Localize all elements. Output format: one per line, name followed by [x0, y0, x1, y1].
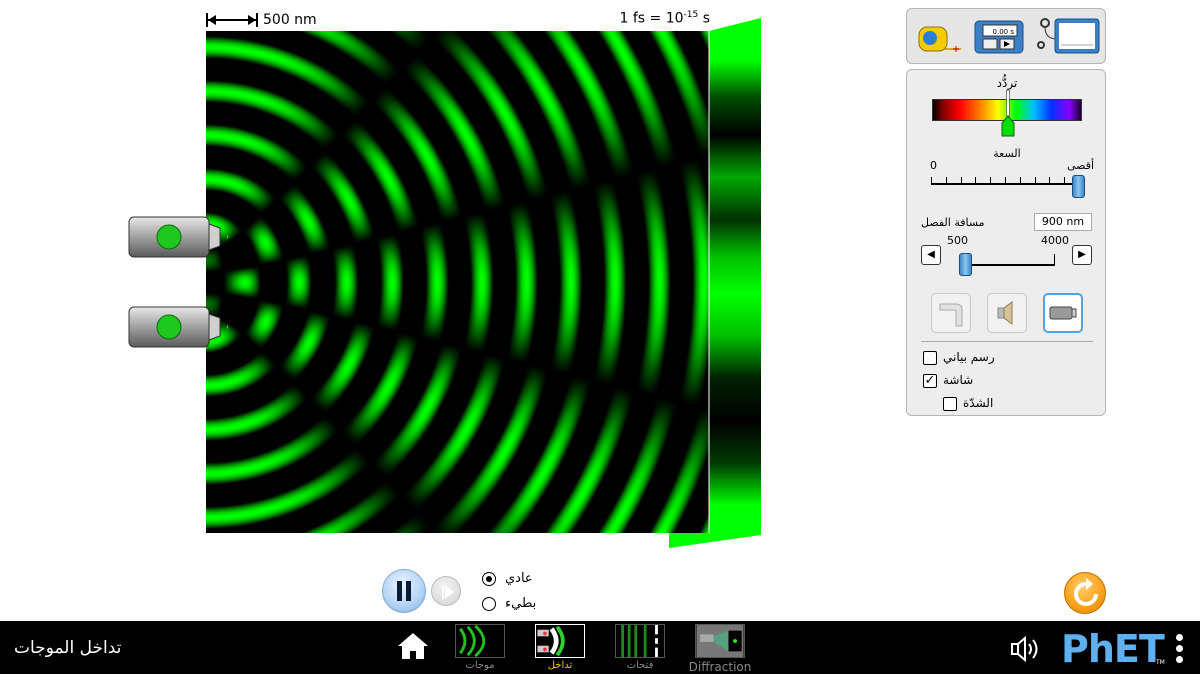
- slits-screen-thumbnail: [615, 624, 665, 658]
- tape-measure-icon[interactable]: [915, 17, 967, 57]
- tab-diffraction[interactable]: Diffraction: [689, 624, 751, 674]
- graph-checkbox[interactable]: [923, 351, 937, 365]
- amplitude-min-label: 0: [930, 159, 937, 172]
- phet-logo[interactable]: PhET: [1061, 629, 1165, 669]
- svg-text:0.00 s: 0.00 s: [993, 28, 1015, 36]
- separation-value: 900 nm: [1034, 213, 1092, 231]
- waves-screen-thumbnail: [455, 624, 505, 658]
- laser-icon: [1049, 306, 1077, 320]
- separation-max-label: 4000: [1041, 234, 1069, 247]
- control-panel: تردُّد السعة 0 أقصى مسافة الفصل 900 nm 5…: [906, 69, 1106, 416]
- water-faucet-icon: [939, 303, 963, 327]
- wave-area[interactable]: [206, 31, 709, 533]
- speaker-icon: [997, 301, 1013, 325]
- interference-screen-thumbnail: [535, 624, 585, 658]
- pause-button[interactable]: [382, 569, 426, 613]
- separation-min-label: 500: [947, 234, 968, 247]
- step-forward-icon: [442, 585, 454, 599]
- speed-slow-label: بطيء: [505, 596, 537, 611]
- diffraction-screen-thumbnail: [695, 624, 745, 658]
- pause-icon: [397, 581, 402, 601]
- sound-source-button[interactable]: [987, 293, 1027, 333]
- tab-waves-label: موجات: [465, 660, 495, 671]
- tab-interference[interactable]: تداخل: [530, 624, 590, 672]
- sim-stage: 500 nm 1 fs = 10-15 s 0.00 s تردُّد السع…: [0, 0, 1200, 674]
- tab-slits-label: فتحات: [626, 660, 654, 671]
- amplitude-tick: [945, 177, 947, 185]
- amplitude-tick: [975, 177, 977, 185]
- app-title: تداخل الموجات: [14, 638, 122, 658]
- speed-slow-radio[interactable]: [482, 597, 496, 611]
- water-source-button[interactable]: [931, 293, 971, 333]
- intensity-label: الشدّة: [963, 396, 994, 410]
- intensity-checkbox-row[interactable]: الشدّة: [907, 396, 1107, 412]
- tab-interference-label: تداخل: [547, 660, 573, 671]
- home-icon[interactable]: [396, 631, 430, 661]
- tab-diffraction-label: Diffraction: [688, 660, 752, 674]
- separation-slider-thumb[interactable]: [959, 253, 972, 276]
- graph-label: رسم بياني: [943, 350, 995, 364]
- screen-label: شاشة: [943, 373, 974, 387]
- separation-increment-button[interactable]: ▶: [1072, 245, 1092, 265]
- wave-meter-icon[interactable]: [1037, 17, 1101, 57]
- separation-decrement-button[interactable]: ◀: [921, 245, 941, 265]
- speed-normal-label: عادي: [505, 571, 533, 586]
- amplitude-tick: [1034, 177, 1036, 185]
- graph-checkbox-row[interactable]: رسم بياني: [907, 350, 1107, 366]
- tab-waves[interactable]: موجات: [450, 624, 510, 672]
- bottom-light-emitter[interactable]: [128, 306, 228, 348]
- reset-all-button[interactable]: [1064, 572, 1106, 614]
- amplitude-tick: [1064, 177, 1066, 185]
- amplitude-tick: [1049, 177, 1051, 185]
- step-forward-button[interactable]: [431, 576, 461, 606]
- amplitude-tick: [1019, 177, 1021, 185]
- amplitude-slider-thumb[interactable]: [1072, 175, 1085, 198]
- top-light-emitter[interactable]: [128, 216, 228, 258]
- separation-slider-track[interactable]: [965, 264, 1055, 266]
- speed-normal-radio[interactable]: [482, 572, 496, 586]
- sound-toggle-icon[interactable]: [1010, 636, 1046, 662]
- amplitude-tick: [931, 177, 932, 185]
- light-source-button[interactable]: [1043, 293, 1083, 333]
- detection-screen[interactable]: [669, 18, 761, 548]
- amplitude-max-label: أقصى: [1067, 159, 1095, 172]
- phet-menu-icon[interactable]: [1176, 634, 1184, 664]
- amplitude-tick: [1005, 177, 1006, 185]
- navigation-bar: تداخل الموجات موجات تداخل فتحات Diffract…: [0, 621, 1200, 674]
- amplitude-tick: [990, 177, 992, 185]
- frequency-slider-thumb[interactable]: [1000, 90, 1016, 138]
- screen-checkbox-row[interactable]: ✓ شاشة: [907, 373, 1107, 389]
- panel-divider: [921, 341, 1093, 342]
- frequency-title: تردُّد: [996, 76, 1018, 90]
- measurement-toolbox: 0.00 s: [906, 8, 1106, 64]
- reset-icon: [1074, 578, 1098, 606]
- tab-slits[interactable]: فتحات: [610, 624, 670, 672]
- separation-label: مسافة الفصل: [921, 216, 985, 229]
- screen-checkbox[interactable]: ✓: [923, 374, 937, 388]
- length-scale-label: 500 nm: [263, 12, 317, 28]
- intensity-checkbox[interactable]: [943, 397, 957, 411]
- phet-trademark: TM: [1156, 659, 1165, 666]
- amplitude-tick: [960, 177, 962, 185]
- stopwatch-icon[interactable]: 0.00 s: [973, 17, 1025, 57]
